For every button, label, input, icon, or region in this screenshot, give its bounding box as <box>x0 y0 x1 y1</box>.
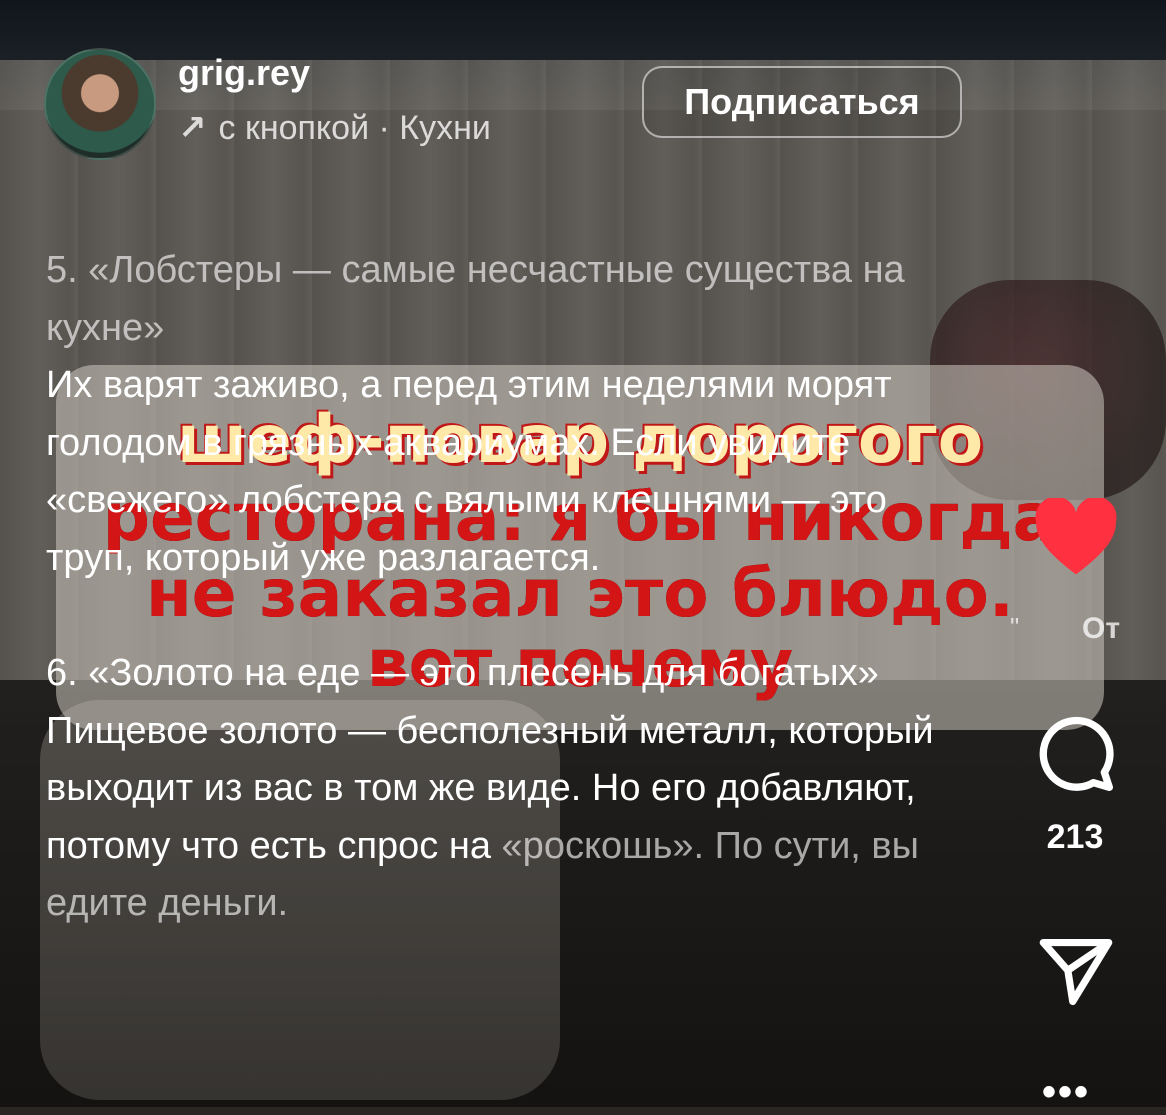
avatar[interactable] <box>44 48 156 160</box>
item-5-title: 5. «Лобстеры — самые несчастные существа… <box>46 249 905 349</box>
arrow-up-right-icon: ↗ <box>178 109 207 147</box>
comment-icon[interactable] <box>1036 714 1116 794</box>
quote-mark: " <box>1010 612 1020 642</box>
item-6-title: 6. «Золото на еде — это плесень для бога… <box>46 652 879 694</box>
comment-count: 213 <box>1046 818 1104 856</box>
heart-icon[interactable] <box>1032 498 1120 578</box>
post-description: 5. «Лобстеры — самые несчастные существа… <box>46 242 946 933</box>
side-label: От <box>1082 612 1121 645</box>
more-icon[interactable]: ••• <box>1042 1070 1090 1115</box>
follow-button[interactable]: Подписаться <box>642 66 962 138</box>
share-icon[interactable] <box>1036 936 1116 1008</box>
post-subline[interactable]: ↗ с кнопкой · Кухни <box>178 108 491 148</box>
username[interactable]: grig.rey <box>178 52 310 94</box>
subline-text: с кнопкой · Кухни <box>218 108 491 147</box>
item-5-body: Их варят заживо, а перед этим неделями м… <box>46 364 892 579</box>
